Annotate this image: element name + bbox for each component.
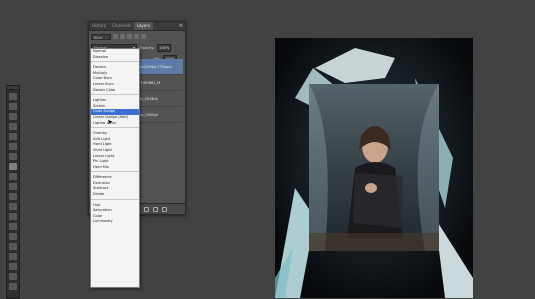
adjustment-filter-icon[interactable] xyxy=(120,34,125,39)
quick-select-tool-icon[interactable] xyxy=(9,123,17,130)
tab-layers[interactable]: Layers xyxy=(133,22,153,30)
new-group-icon[interactable] xyxy=(143,206,149,212)
new-layer-icon[interactable] xyxy=(152,206,158,212)
smart-object-filter-icon[interactable] xyxy=(141,34,146,39)
type-tool-icon[interactable] xyxy=(9,243,17,250)
hand-tool-icon[interactable] xyxy=(9,273,17,280)
marquee-tool-icon[interactable] xyxy=(9,103,17,110)
lasso-tool-icon[interactable] xyxy=(9,113,17,120)
blend-mode-option[interactable]: Hard Mix xyxy=(91,165,139,171)
blend-mode-option[interactable]: Lighter Color xyxy=(91,121,139,127)
blend-mode-option[interactable]: Divide xyxy=(91,192,139,198)
layer-filter-row: Kind xyxy=(89,31,185,42)
tab-history[interactable]: History xyxy=(89,22,109,30)
shape-tool-icon[interactable] xyxy=(9,263,17,270)
pixel-filter-icon[interactable] xyxy=(113,34,118,39)
healing-tool-icon[interactable] xyxy=(9,153,17,160)
panel-menu-icon[interactable]: ≡ xyxy=(177,22,185,30)
blend-mode-option[interactable]: Darker Color xyxy=(91,88,139,94)
history-brush-tool-icon[interactable] xyxy=(9,183,17,190)
tools-panel xyxy=(6,85,20,299)
delete-layer-icon[interactable] xyxy=(161,206,167,212)
document-canvas[interactable] xyxy=(275,38,473,298)
panel-tabs: History Channels Layers ≡ xyxy=(89,22,185,31)
cursor-arrow-icon: ➤ xyxy=(107,118,113,126)
tools-panel-grip[interactable] xyxy=(7,86,19,90)
eraser-tool-icon[interactable] xyxy=(9,193,17,200)
shape-filter-icon[interactable] xyxy=(134,34,139,39)
blend-mode-menu: Normal Dissolve Darken Multiply Color Burn Li… xyxy=(90,48,140,288)
brush-tool-icon[interactable] xyxy=(9,163,17,170)
layer-name: 1bQAPdzJ-27Sbas1 xyxy=(139,64,173,69)
layer-name: f7r0H662_M xyxy=(139,80,161,85)
pen-tool-icon[interactable] xyxy=(9,233,17,240)
blend-mode-option[interactable]: Luminosity xyxy=(91,219,139,225)
opacity-input[interactable]: 100% xyxy=(157,43,172,52)
layer-name: Tu_CR0Ksk xyxy=(139,96,158,101)
tab-channels[interactable]: Channels xyxy=(109,22,134,30)
gradient-tool-icon[interactable] xyxy=(9,203,17,210)
kind-filter-select[interactable]: Kind xyxy=(91,33,111,40)
path-select-tool-icon[interactable] xyxy=(9,253,17,260)
move-tool-icon[interactable] xyxy=(9,93,17,100)
type-filter-icon[interactable] xyxy=(127,34,132,39)
canvas-image xyxy=(275,38,473,298)
dodge-tool-icon[interactable] xyxy=(9,223,17,230)
layer-name: no_CR0Ksk xyxy=(139,112,159,117)
zoom-tool-icon[interactable] xyxy=(9,283,17,290)
blur-tool-icon[interactable] xyxy=(9,213,17,220)
crop-tool-icon[interactable] xyxy=(9,133,17,140)
eyedropper-tool-icon[interactable] xyxy=(9,143,17,150)
opacity-label: Opacity: xyxy=(140,45,155,50)
clone-tool-icon[interactable] xyxy=(9,173,17,180)
blend-mode-option[interactable]: Dissolve xyxy=(91,55,139,61)
